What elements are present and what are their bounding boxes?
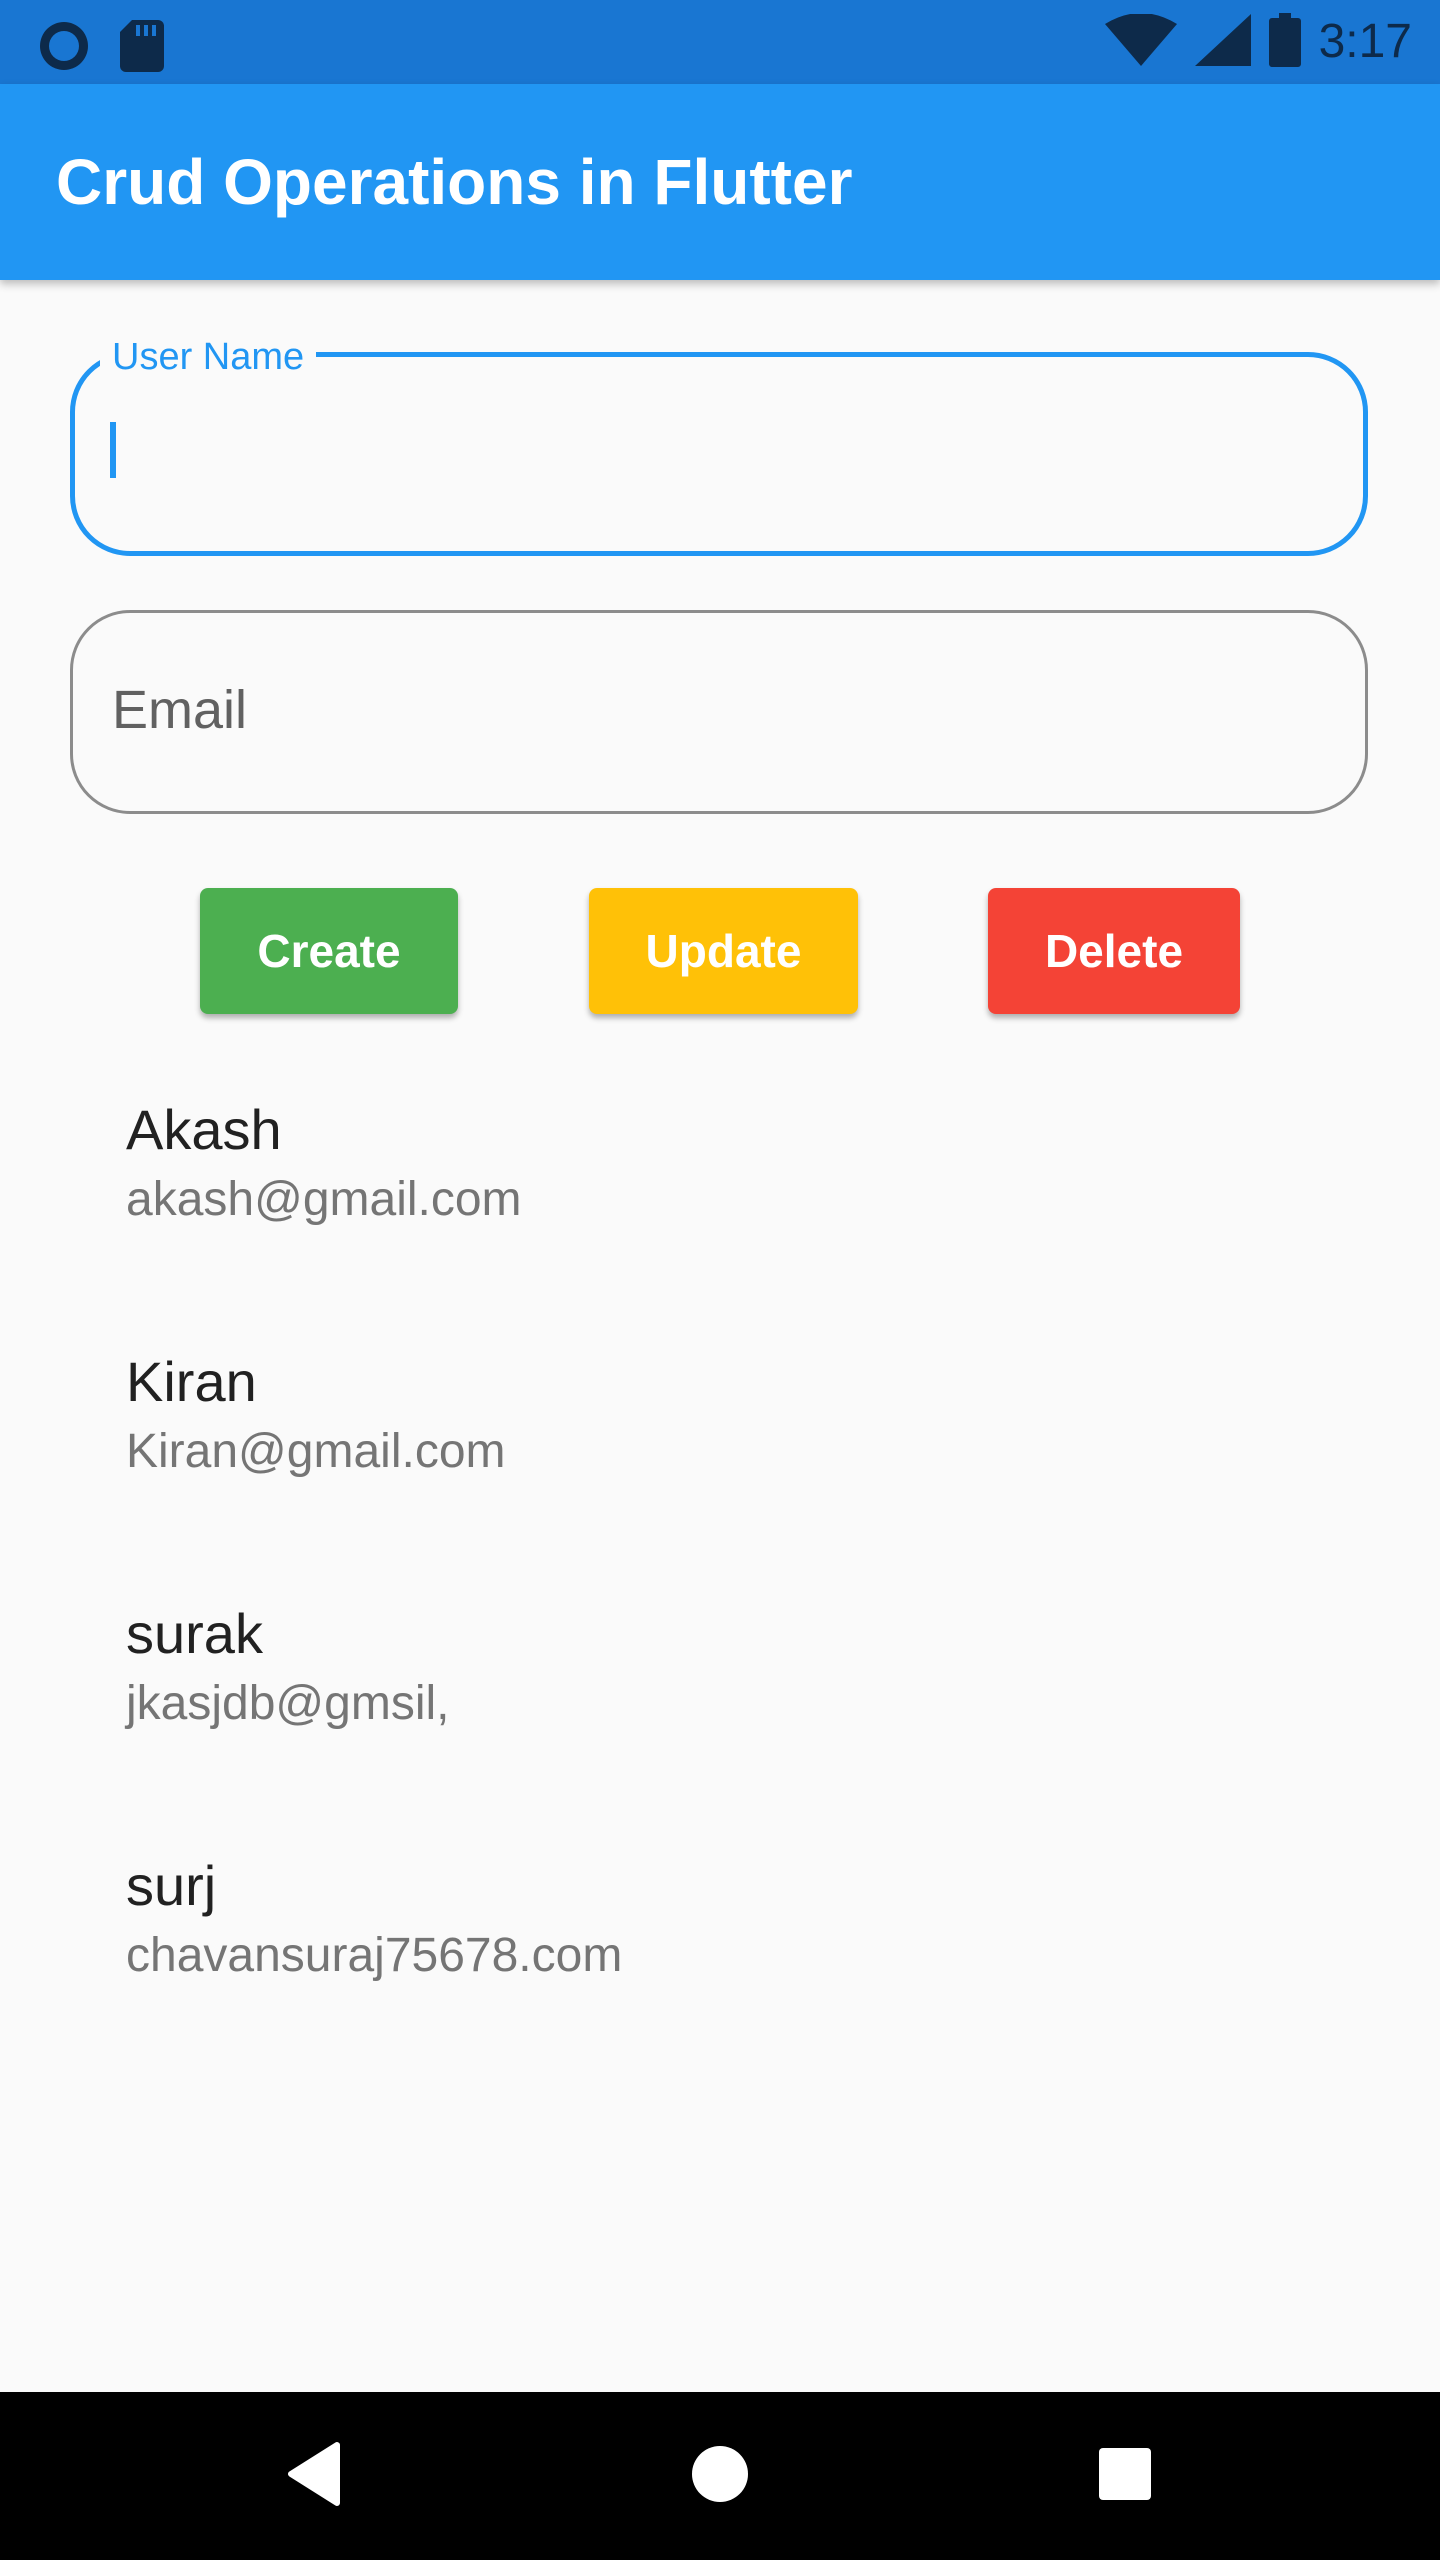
- user-list: Akash akash@gmail.com Kiran Kiran@gmail.…: [0, 1090, 1440, 2098]
- status-bar: 3:17: [0, 0, 1440, 84]
- user-name: surj: [126, 1854, 217, 1917]
- navigation-bar: [0, 2392, 1440, 2560]
- list-item[interactable]: surak jkasjdb@gmsil,: [0, 1594, 1440, 1846]
- user-email: jkasjdb@gmsil,: [126, 1677, 450, 1730]
- home-button[interactable]: [670, 2426, 770, 2526]
- recents-button[interactable]: [1075, 2426, 1175, 2526]
- email-input[interactable]: [112, 670, 1312, 750]
- circle-icon: [36, 18, 92, 79]
- user-email: chavansuraj75678.com: [126, 1929, 623, 1982]
- back-button[interactable]: [265, 2426, 365, 2526]
- battery-icon: [1268, 12, 1301, 72]
- sd-card-icon: [120, 20, 164, 77]
- list-item[interactable]: Akash akash@gmail.com: [0, 1090, 1440, 1342]
- user-name: Kiran: [126, 1350, 257, 1413]
- list-item[interactable]: surj chavansuraj75678.com: [0, 1846, 1440, 2098]
- cellular-signal-icon: [1194, 13, 1251, 71]
- user-name-label: User Name: [100, 335, 317, 379]
- user-email: akash@gmail.com: [126, 1173, 522, 1226]
- text-cursor: [110, 422, 116, 478]
- user-name-input[interactable]: [122, 412, 1302, 492]
- recents-icon: [1097, 2446, 1153, 2507]
- user-name: Akash: [126, 1098, 282, 1161]
- app-bar: Crud Operations in Flutter: [0, 84, 1440, 280]
- update-button[interactable]: Update: [589, 888, 858, 1014]
- home-icon: [690, 2444, 750, 2509]
- back-icon: [285, 2441, 345, 2512]
- create-button[interactable]: Create: [200, 888, 458, 1014]
- list-item[interactable]: Kiran Kiran@gmail.com: [0, 1342, 1440, 1594]
- app-bar-title: Crud Operations in Flutter: [56, 146, 853, 218]
- delete-button[interactable]: Delete: [988, 888, 1240, 1014]
- user-name: surak: [126, 1602, 263, 1665]
- status-bar-clock: 3:17: [1318, 15, 1412, 68]
- user-email: Kiran@gmail.com: [126, 1425, 506, 1478]
- wifi-icon: [1104, 12, 1177, 71]
